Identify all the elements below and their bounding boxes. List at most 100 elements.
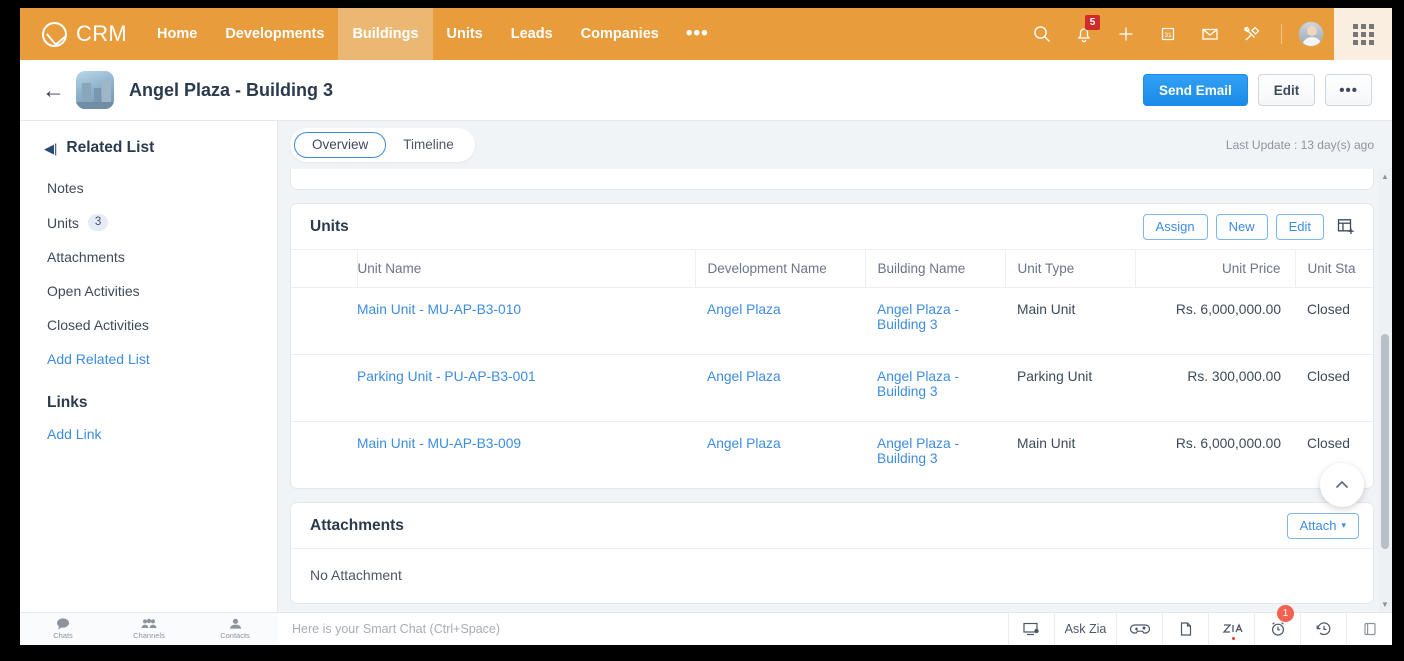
apps-grid-icon[interactable] — [1334, 8, 1392, 60]
cell-unit-price: Rs. 300,000.00 — [1135, 354, 1295, 422]
zia-icon[interactable] — [1208, 612, 1254, 645]
cell-unit-type: Parking Unit — [1005, 354, 1135, 422]
scroll-to-top-button[interactable] — [1320, 463, 1364, 507]
cell-unit-name[interactable]: Main Unit - MU-AP-B3-010 — [357, 287, 695, 355]
alarm-clock-icon[interactable]: 1 — [1254, 604, 1300, 645]
units-card-title: Units — [310, 217, 349, 235]
table-row[interactable]: Main Unit - MU-AP-B3-010 Angel Plaza Ang… — [291, 287, 1385, 355]
tools-icon[interactable] — [1233, 8, 1271, 60]
history-clock-icon[interactable] — [1300, 612, 1346, 645]
add-column-icon[interactable] — [1332, 217, 1359, 236]
calendar-icon[interactable]: 31 — [1149, 8, 1187, 60]
cell-building-name[interactable]: Angel Plaza - Building 3 — [865, 354, 1005, 422]
record-title-bar: ← Angel Plaza - Building 3 Send Email Ed… — [20, 60, 1392, 121]
mail-icon[interactable] — [1191, 8, 1229, 60]
nav-item-buildings[interactable]: Buildings — [338, 8, 433, 60]
column-header-unit-price[interactable]: Unit Price — [1134, 250, 1295, 288]
archive-icon[interactable] — [1346, 612, 1392, 645]
attachments-card: Attachments Attach ▾ No Attachment — [290, 502, 1374, 604]
scroll-down-arrow-icon[interactable]: ▼ — [1381, 600, 1389, 609]
nav-item-developments[interactable]: Developments — [211, 8, 338, 60]
vertical-scrollbar[interactable]: ▲ ▼ — [1378, 169, 1392, 612]
dock-item-contacts[interactable]: Contacts — [192, 618, 278, 640]
cell-development-name[interactable]: Angel Plaza — [695, 354, 865, 422]
gamepad-icon[interactable] — [1116, 612, 1162, 645]
smart-chat-input[interactable]: Here is your Smart Chat (Ctrl+Space) — [278, 622, 1008, 636]
row-checkbox-cell[interactable] — [291, 422, 357, 489]
checkbox-column-header — [291, 250, 357, 288]
column-header-unit-name[interactable]: Unit Name — [356, 250, 695, 288]
cell-building-name[interactable]: Angel Plaza - Building 3 — [865, 287, 1005, 355]
avatar[interactable] — [1292, 8, 1330, 60]
bottom-bar: Here is your Smart Chat (Ctrl+Space) Ask… — [278, 604, 1392, 645]
cell-unit-name[interactable]: Parking Unit - PU-AP-B3-001 — [357, 354, 695, 422]
sidebar-header: ◀| Related List — [20, 139, 277, 157]
nav-items: Home Developments Buildings Units Leads … — [143, 8, 722, 60]
collapse-panel-icon[interactable]: ◀| — [44, 142, 57, 155]
cell-building-name[interactable]: Angel Plaza - Building 3 — [865, 422, 1005, 489]
cell-development-name[interactable]: Angel Plaza — [695, 287, 865, 355]
record-thumbnail — [76, 71, 114, 109]
back-arrow-icon[interactable]: ← — [42, 78, 72, 102]
dock-item-label: Chats — [53, 631, 73, 640]
nav-more-button[interactable]: ••• — [673, 8, 722, 60]
scroll-up-arrow-icon[interactable]: ▲ — [1381, 172, 1389, 181]
ask-zia-button[interactable]: Ask Zia — [1054, 612, 1116, 645]
sidebar-item-add-related-list[interactable]: Add Related List — [20, 342, 277, 376]
sidebar-item-units[interactable]: Units 3 — [20, 205, 277, 240]
row-checkbox-cell[interactable] — [291, 287, 357, 355]
sidebar-item-label: Attachments — [47, 249, 125, 265]
screen-share-icon[interactable] — [1008, 612, 1054, 645]
tab-overview[interactable]: Overview — [294, 132, 387, 158]
sidebar-item-add-link[interactable]: Add Link — [20, 417, 277, 451]
sidebar-item-attachments[interactable]: Attachments — [20, 240, 277, 274]
units-card: Units Assign New Edit Unit Name Developm… — [290, 203, 1385, 489]
no-attachment-text: No Attachment — [310, 567, 402, 583]
chat-dock: Chats Channels Contacts — [20, 612, 278, 645]
search-icon[interactable] — [1023, 8, 1061, 60]
cell-development-name[interactable]: Angel Plaza — [695, 422, 865, 489]
sidebar-item-notes[interactable]: Notes — [20, 171, 277, 205]
plus-icon[interactable] — [1107, 8, 1145, 60]
nav-item-units[interactable]: Units — [433, 8, 497, 60]
brand-logo[interactable]: CRM — [20, 8, 143, 60]
cell-unit-status: Closed — [1295, 287, 1385, 355]
table-row[interactable]: Main Unit - MU-AP-B3-009 Angel Plaza Ang… — [291, 422, 1385, 489]
scroll-area[interactable]: Units Assign New Edit Unit Name Developm… — [278, 169, 1392, 612]
contacts-person-icon — [229, 618, 241, 629]
bottom-bar-icons: Ask Zia 1 — [1008, 604, 1392, 645]
edit-button[interactable]: Edit — [1257, 74, 1316, 106]
send-email-button[interactable]: Send Email — [1142, 74, 1248, 106]
new-button[interactable]: New — [1215, 213, 1268, 240]
sidebar-item-open-activities[interactable]: Open Activities — [20, 274, 277, 308]
more-actions-button[interactable]: ••• — [1325, 74, 1372, 106]
column-header-building-name[interactable]: Building Name — [864, 250, 1005, 288]
dock-item-chats[interactable]: Chats — [20, 618, 106, 640]
notes-icon[interactable] — [1162, 612, 1208, 645]
brand-label: CRM — [76, 21, 128, 46]
dock-item-label: Channels — [133, 631, 165, 640]
edit-button[interactable]: Edit — [1275, 213, 1324, 240]
column-header-development-name[interactable]: Development Name — [694, 250, 865, 288]
row-checkbox-cell[interactable] — [291, 354, 357, 422]
nav-item-companies[interactable]: Companies — [567, 8, 673, 60]
attach-button[interactable]: Attach ▾ — [1286, 512, 1359, 539]
scrollbar-thumb[interactable] — [1381, 334, 1389, 549]
nav-item-leads[interactable]: Leads — [497, 8, 567, 60]
sidebar-item-label: Open Activities — [47, 283, 140, 299]
cell-unit-name[interactable]: Main Unit - MU-AP-B3-009 — [357, 422, 695, 489]
svg-text:31: 31 — [1164, 32, 1172, 39]
dock-item-channels[interactable]: Channels — [106, 618, 192, 640]
nav-item-home[interactable]: Home — [143, 8, 211, 60]
sidebar-item-closed-activities[interactable]: Closed Activities — [20, 308, 277, 342]
column-header-unit-status[interactable]: Unit Sta — [1294, 250, 1385, 288]
tab-timeline[interactable]: Timeline — [386, 132, 471, 158]
notification-bell-icon[interactable]: 5 — [1065, 8, 1103, 60]
assign-button[interactable]: Assign — [1142, 213, 1208, 240]
chevron-up-icon — [1335, 480, 1349, 489]
nav-divider — [1281, 24, 1282, 44]
column-header-unit-type[interactable]: Unit Type — [1004, 250, 1135, 288]
cell-unit-price: Rs. 6,000,000.00 — [1175, 436, 1281, 451]
table-row[interactable]: Parking Unit - PU-AP-B3-001 Angel Plaza … — [291, 354, 1385, 422]
attachments-card-title: Attachments — [310, 516, 404, 534]
